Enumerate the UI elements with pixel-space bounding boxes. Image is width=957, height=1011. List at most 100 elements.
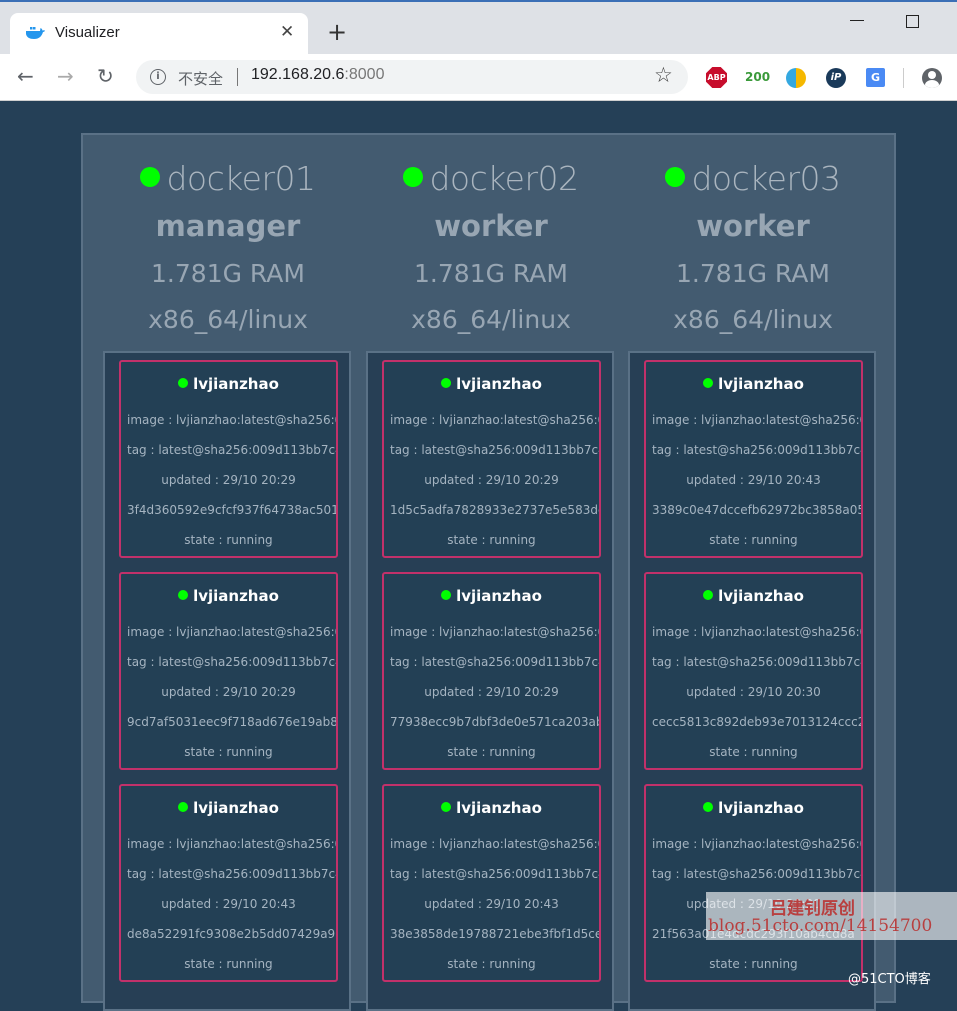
account-avatar-icon[interactable] xyxy=(922,68,942,88)
task-name: lvjianzhao xyxy=(646,375,861,393)
tab-strip: Visualizer ✕ + xyxy=(0,2,957,54)
node-hostname-text: docker01 xyxy=(166,159,316,198)
node-header: docker01 manager 1.781G RAM x86_64/linux xyxy=(97,135,359,351)
ip-extension-icon[interactable]: iP xyxy=(826,68,846,88)
node-tasks-container: lvjianzhao image : lvjianzhao:latest@sha2… xyxy=(366,351,614,1011)
site-info-icon[interactable]: i xyxy=(150,69,166,85)
task-state: state : running xyxy=(447,533,536,547)
url-text[interactable]: 192.168.20.6:8000 xyxy=(251,66,384,84)
task-status-dot-icon xyxy=(703,378,714,388)
task-id: cecc5813c892deb93e7013124ccc278 xyxy=(652,715,861,729)
watermark-url: blog.51cto.com/14154700 xyxy=(708,916,933,936)
task-status-dot-icon xyxy=(441,378,452,388)
task-status-dot-icon xyxy=(178,378,189,388)
toolbar-separator xyxy=(903,68,904,88)
task-updated: updated : 29/10 20:29 xyxy=(161,685,296,699)
task-status-dot-icon xyxy=(703,802,714,812)
task-status-dot-icon xyxy=(178,802,189,812)
browser-toolbar: ← → ↻ i 不安全 192.168.20.6:8000 ☆ ABP 200 … xyxy=(0,54,957,101)
task-card[interactable]: lvjianzhao image : lvjianzhao:latest@sha2… xyxy=(644,360,863,558)
task-image: image : lvjianzhao:latest@sha256:009d113… xyxy=(390,413,599,427)
node-header: docker03 worker 1.781G RAM x86_64/linux xyxy=(622,135,884,351)
task-tag: tag : latest@sha256:009d113bb7c474 xyxy=(127,443,336,457)
task-status-dot-icon xyxy=(441,590,452,600)
node-role: worker xyxy=(434,209,548,243)
task-id: 3f4d360592e9cfcf937f64738ac50196 xyxy=(127,503,336,517)
task-status-dot-icon xyxy=(178,590,189,600)
task-updated: updated : 29/10 20:43 xyxy=(161,897,296,911)
task-name: lvjianzhao xyxy=(384,799,599,817)
tab-close-icon[interactable]: ✕ xyxy=(280,22,294,42)
task-name-text: lvjianzhao xyxy=(718,587,804,605)
task-status-dot-icon xyxy=(441,802,452,812)
task-card[interactable]: lvjianzhao image : lvjianzhao:latest@sha2… xyxy=(382,572,601,770)
bookmark-star-icon[interactable]: ☆ xyxy=(654,63,673,87)
task-name: lvjianzhao xyxy=(121,375,336,393)
forward-button[interactable]: → xyxy=(57,64,74,88)
node-ram: 1.781G RAM xyxy=(676,259,830,288)
task-card[interactable]: lvjianzhao image : lvjianzhao:latest@sha2… xyxy=(644,572,863,770)
weather-extension-icon[interactable] xyxy=(786,68,806,88)
status-200-extension-icon[interactable]: 200 xyxy=(745,70,770,84)
reload-button[interactable]: ↻ xyxy=(97,64,114,88)
node-hostname: docker03 xyxy=(622,159,884,198)
node-docker01: docker01 manager 1.781G RAM x86_64/linuxlvj… xyxy=(97,135,359,1011)
task-name-text: lvjianzhao xyxy=(193,587,279,605)
insecure-label: 不安全 xyxy=(178,70,224,88)
task-updated: updated : 29/10 20:29 xyxy=(424,473,559,487)
window-maximize-button[interactable] xyxy=(906,15,919,28)
tab-visualizer[interactable]: Visualizer ✕ xyxy=(10,13,308,54)
task-name: lvjianzhao xyxy=(384,375,599,393)
docker-whale-icon xyxy=(26,27,45,39)
task-card[interactable]: lvjianzhao image : lvjianzhao:latest@sha2… xyxy=(382,360,601,558)
translate-extension-icon[interactable]: G xyxy=(866,68,885,87)
task-tag: tag : latest@sha256:009d113bb7c474 xyxy=(390,867,599,881)
task-image: image : lvjianzhao:latest@sha256:009d113… xyxy=(127,837,336,851)
task-state: state : running xyxy=(709,957,798,971)
url-port: :8000 xyxy=(344,66,385,83)
task-tag: tag : latest@sha256:009d113bb7c474 xyxy=(127,867,336,881)
node-os: x86_64/linux xyxy=(673,305,833,334)
address-bar[interactable]: i 不安全 192.168.20.6:8000 ☆ xyxy=(136,60,688,94)
task-id: 3389c0e47dccefb62972bc3858a0528 xyxy=(652,503,861,517)
task-card[interactable]: lvjianzhao image : lvjianzhao:latest@sha2… xyxy=(119,572,338,770)
task-updated: updated : 29/10 20:29 xyxy=(424,685,559,699)
watermark: 吕建钊原创 blog.51cto.com/14154700 xyxy=(706,892,957,940)
task-state: state : running xyxy=(709,745,798,759)
task-id: 38e3858de19788721ebe3fbf1d5cebl xyxy=(390,927,599,941)
task-card[interactable]: lvjianzhao image : lvjianzhao:latest@sha2… xyxy=(382,784,601,982)
address-separator xyxy=(237,68,238,86)
node-docker03: docker03 worker 1.781G RAM x86_64/linux lvji… xyxy=(622,135,884,1011)
task-image: image : lvjianzhao:latest@sha256:009d113… xyxy=(652,625,861,639)
task-card[interactable]: lvjianzhao image : lvjianzhao:latest@sha2… xyxy=(119,360,338,558)
back-button[interactable]: ← xyxy=(17,64,34,88)
node-status-dot-icon xyxy=(403,167,424,187)
task-tag: tag : latest@sha256:009d113bb7c474 xyxy=(652,655,861,669)
adblock-extension-icon[interactable]: ABP xyxy=(706,67,727,88)
task-updated: updated : 29/10 20:43 xyxy=(686,473,821,487)
task-id: 1d5c5adfa7828933e2737e5e583de2 xyxy=(390,503,599,517)
task-updated: updated : 29/10 20:29 xyxy=(161,473,296,487)
task-status-dot-icon xyxy=(703,590,714,600)
task-image: image : lvjianzhao:latest@sha256:009d113… xyxy=(652,413,861,427)
task-name: lvjianzhao xyxy=(121,799,336,817)
cluster-panel: docker01 manager 1.781G RAM x86_64/linuxlvj… xyxy=(81,133,896,1011)
task-image: image : lvjianzhao:latest@sha256:009d113… xyxy=(390,625,599,639)
node-status-dot-icon xyxy=(140,167,161,187)
task-card[interactable]: lvjianzhao image : lvjianzhao:latest@sha2… xyxy=(119,784,338,982)
task-image: image : lvjianzhao:latest@sha256:009d113… xyxy=(127,413,336,427)
tab-title: Visualizer xyxy=(55,24,120,41)
window-minimize-button[interactable] xyxy=(850,20,864,21)
task-tag: tag : latest@sha256:009d113bb7c474 xyxy=(390,443,599,457)
node-header: docker02 worker 1.781G RAM x86_64/linux xyxy=(360,135,622,351)
node-status-dot-icon xyxy=(665,167,686,187)
task-state: state : running xyxy=(447,957,536,971)
node-docker02: docker02 worker 1.781G RAM x86_64/linuxlvji… xyxy=(360,135,622,1011)
task-name-text: lvjianzhao xyxy=(718,375,804,393)
task-state: state : running xyxy=(447,745,536,759)
new-tab-button[interactable]: + xyxy=(327,20,347,44)
node-os: x86_64/linux xyxy=(411,305,571,334)
task-state: state : running xyxy=(709,533,798,547)
task-card[interactable]: lvjianzhao image : lvjianzhao:latest@sha2… xyxy=(644,784,863,982)
url-host: 192.168.20.6 xyxy=(251,66,345,83)
